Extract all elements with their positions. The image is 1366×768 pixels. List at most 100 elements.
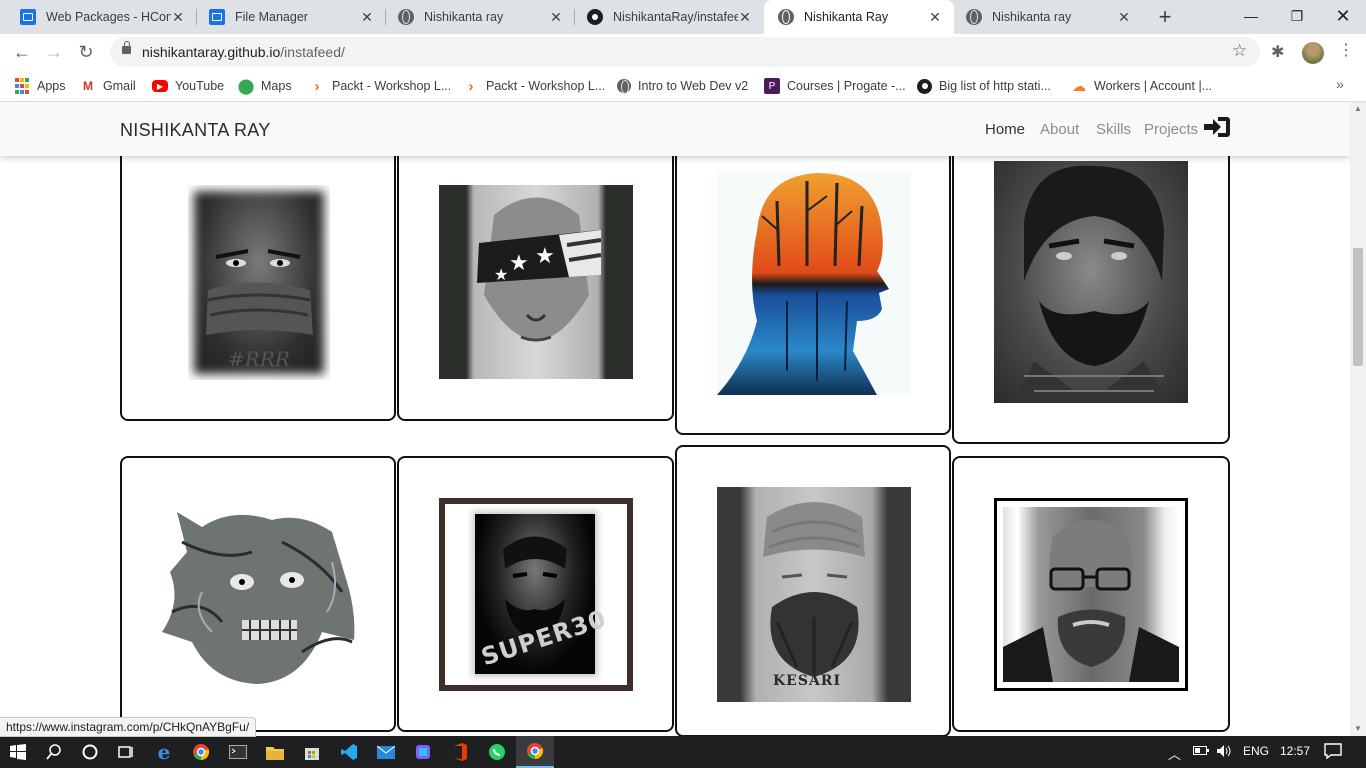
page-viewport: NISHIKANTA RAY Home About Skills Project… bbox=[0, 102, 1350, 736]
progate-icon: P bbox=[764, 78, 780, 94]
svg-text:★: ★ bbox=[535, 244, 555, 269]
extensions-icon[interactable]: ✱ bbox=[1271, 42, 1284, 62]
gallery-card[interactable]: #RRR bbox=[120, 132, 396, 421]
site-brand[interactable]: NISHIKANTA RAY bbox=[120, 120, 271, 141]
bookmark-star-icon[interactable]: ☆ bbox=[1232, 41, 1247, 61]
bookmark-apps[interactable]: Apps bbox=[14, 76, 66, 96]
artwork-image: #RRR bbox=[188, 185, 330, 380]
app-icon[interactable] bbox=[405, 736, 441, 768]
browser-tab[interactable]: File Manager ✕ bbox=[189, 0, 386, 34]
cortana-icon[interactable] bbox=[72, 736, 108, 768]
bookmark-packt[interactable]: › Packt - Workshop L... bbox=[309, 76, 452, 96]
chrome-active-icon[interactable] bbox=[516, 736, 554, 768]
sign-in-icon[interactable] bbox=[1203, 114, 1231, 140]
gallery-card[interactable] bbox=[675, 132, 951, 435]
new-tab-button[interactable]: + bbox=[1152, 4, 1178, 30]
search-icon[interactable] bbox=[36, 736, 72, 768]
gallery-card[interactable] bbox=[120, 456, 396, 732]
url-text[interactable]: nishikantaray.github.io/instafeed/ bbox=[142, 44, 345, 60]
scroll-down-icon[interactable]: ▼ bbox=[1354, 724, 1362, 733]
start-windows-icon[interactable] bbox=[0, 736, 36, 768]
minimize-button[interactable]: — bbox=[1228, 0, 1274, 32]
bookmark-progate[interactable]: P Courses | Progate -... bbox=[764, 76, 906, 96]
artwork-image bbox=[717, 171, 911, 395]
globe-icon bbox=[398, 9, 414, 25]
nav-home[interactable]: Home bbox=[985, 121, 1025, 138]
close-icon[interactable]: ✕ bbox=[1117, 9, 1131, 26]
gallery-card[interactable] bbox=[952, 456, 1230, 732]
bookmark-http-status[interactable]: Big list of http stati... bbox=[917, 76, 1051, 96]
bookmark-packt[interactable]: › Packt - Workshop L... bbox=[463, 76, 606, 96]
avatar[interactable] bbox=[1302, 42, 1324, 64]
forward-icon[interactable]: → bbox=[42, 40, 66, 64]
globe-icon bbox=[778, 9, 794, 25]
browser-tab[interactable]: Nishikanta ray ✕ bbox=[946, 0, 1143, 34]
packt-icon: › bbox=[468, 77, 474, 95]
globe-icon bbox=[966, 9, 982, 25]
close-icon[interactable]: ✕ bbox=[549, 9, 563, 26]
vscode-icon[interactable] bbox=[331, 736, 367, 768]
show-hidden-icons-icon[interactable]: ︿ bbox=[1168, 744, 1181, 763]
bookmark-youtube[interactable]: ▶ YouTube bbox=[152, 76, 224, 96]
bookmark-intro-web-dev[interactable]: Intro to Web Dev v2 bbox=[617, 76, 748, 96]
more-bookmarks-icon[interactable]: » bbox=[1336, 76, 1344, 92]
close-window-button[interactable]: ✕ bbox=[1320, 0, 1366, 32]
tab-title: NishikantaRay/instafeed bbox=[613, 10, 738, 24]
bookmark-gmail[interactable]: M Gmail bbox=[80, 76, 136, 96]
close-icon[interactable]: ✕ bbox=[738, 9, 752, 26]
task-view-icon[interactable] bbox=[108, 736, 144, 768]
menu-icon[interactable]: ⋮ bbox=[1338, 40, 1354, 60]
tab-title: File Manager bbox=[235, 10, 308, 24]
bookmarks-bar: Apps M Gmail ▶ YouTube ⬤ Maps › Packt - … bbox=[0, 70, 1366, 102]
artwork-caption: KESARI bbox=[773, 673, 841, 689]
browser-tab[interactable]: Web Packages - HCons ✕ bbox=[0, 0, 197, 34]
tab-title: Web Packages - HCons bbox=[46, 10, 171, 24]
bookmark-maps[interactable]: ⬤ Maps bbox=[238, 76, 292, 96]
terminal-icon[interactable] bbox=[220, 736, 256, 768]
artwork-image: SUPER30 bbox=[439, 498, 633, 691]
store-icon[interactable] bbox=[294, 736, 330, 768]
restore-button[interactable]: ❐ bbox=[1274, 0, 1320, 32]
file-explorer-icon[interactable] bbox=[257, 736, 293, 768]
gallery-card[interactable] bbox=[952, 132, 1230, 444]
edge-icon[interactable]: e bbox=[146, 736, 182, 768]
tab-title: Nishikanta ray bbox=[424, 10, 504, 24]
github-icon bbox=[587, 9, 603, 25]
clock-time[interactable]: 12:57 bbox=[1280, 744, 1310, 758]
language-indicator[interactable]: ENG bbox=[1243, 744, 1269, 758]
reload-icon[interactable]: ↻ bbox=[74, 40, 98, 64]
close-icon[interactable]: ✕ bbox=[360, 9, 374, 26]
volume-icon[interactable] bbox=[1216, 744, 1232, 761]
browser-tab-active[interactable]: Nishikanta Ray ✕ bbox=[764, 0, 954, 34]
battery-icon[interactable] bbox=[1193, 744, 1209, 759]
back-icon[interactable]: ← bbox=[10, 40, 34, 64]
github-icon bbox=[917, 78, 932, 94]
notifications-icon[interactable] bbox=[1324, 743, 1342, 762]
close-icon[interactable]: ✕ bbox=[928, 9, 942, 26]
maps-pin-icon: ⬤ bbox=[237, 78, 255, 95]
document-icon bbox=[209, 9, 225, 25]
bookmark-workers[interactable]: ☁ Workers | Account |... bbox=[1071, 76, 1212, 96]
chrome-icon[interactable] bbox=[183, 736, 219, 768]
browser-tab[interactable]: NishikantaRay/instafeed ✕ bbox=[567, 0, 764, 34]
gallery-card[interactable]: SUPER30 bbox=[397, 456, 674, 732]
browser-tab[interactable]: Nishikanta ray ✕ bbox=[378, 0, 575, 34]
address-bar[interactable]: nishikantaray.github.io/instafeed/ ☆ bbox=[110, 37, 1260, 67]
mail-icon[interactable] bbox=[368, 736, 404, 768]
gallery-card[interactable]: KESARI bbox=[675, 445, 951, 736]
scrollbar-thumb[interactable] bbox=[1353, 248, 1363, 366]
tab-title: Nishikanta ray bbox=[992, 10, 1072, 24]
scroll-up-icon[interactable]: ▲ bbox=[1354, 104, 1362, 113]
svg-text:★: ★ bbox=[494, 265, 508, 284]
vertical-scrollbar[interactable]: ▲ ▼ bbox=[1350, 102, 1366, 736]
svg-text:★: ★ bbox=[509, 251, 529, 276]
nav-about[interactable]: About bbox=[1040, 121, 1079, 138]
whatsapp-icon[interactable] bbox=[479, 736, 515, 768]
nav-projects[interactable]: Projects bbox=[1144, 121, 1198, 138]
youtube-icon: ▶ bbox=[152, 80, 168, 92]
nav-skills[interactable]: Skills bbox=[1096, 121, 1131, 138]
office-icon[interactable] bbox=[442, 736, 478, 768]
gallery-card[interactable]: ★ ★ ★ bbox=[397, 132, 674, 421]
artwork-image bbox=[162, 502, 356, 688]
close-icon[interactable]: ✕ bbox=[171, 9, 185, 26]
